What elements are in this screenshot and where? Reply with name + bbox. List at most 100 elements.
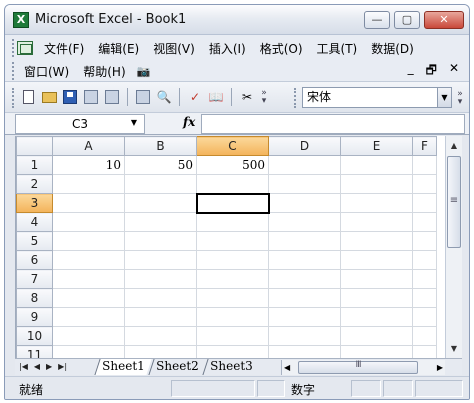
cut-button[interactable]: ✂: [238, 88, 256, 106]
font-name-select[interactable]: 宋体 ▼: [302, 87, 452, 108]
cell[interactable]: [340, 212, 413, 232]
cell[interactable]: [52, 231, 125, 251]
cell[interactable]: [340, 193, 413, 213]
cell[interactable]: [124, 307, 197, 327]
cell[interactable]: [52, 250, 125, 270]
cell[interactable]: [340, 269, 413, 289]
cell[interactable]: [412, 288, 437, 308]
row-header[interactable]: 1: [16, 155, 53, 175]
scroll-up-icon[interactable]: ▲: [447, 137, 461, 154]
cell[interactable]: [412, 345, 437, 358]
cell[interactable]: [196, 212, 269, 232]
cell-b1[interactable]: 50: [124, 155, 197, 175]
last-sheet-icon[interactable]: ▶|: [58, 359, 67, 375]
cell[interactable]: [124, 269, 197, 289]
excel-app-icon[interactable]: X: [13, 12, 29, 28]
row-header[interactable]: 2: [16, 174, 53, 194]
column-header-e[interactable]: E: [340, 136, 413, 156]
menu-tools[interactable]: 工具(T): [310, 40, 365, 57]
cell[interactable]: [52, 326, 125, 346]
row-header[interactable]: 7: [16, 269, 53, 289]
column-header-a[interactable]: A: [52, 136, 125, 156]
permission-button[interactable]: [82, 88, 100, 106]
cell[interactable]: [340, 174, 413, 194]
cell[interactable]: [196, 326, 269, 346]
first-sheet-icon[interactable]: |◀: [19, 359, 28, 375]
select-all-corner[interactable]: [16, 136, 53, 156]
menu-grip-2[interactable]: [12, 62, 15, 80]
cell[interactable]: [412, 212, 437, 232]
formatting-options-icon[interactable]: » ▾: [455, 90, 465, 107]
zoom-preview-button[interactable]: 🔍: [155, 88, 173, 106]
workbook-icon[interactable]: [17, 41, 33, 55]
cell[interactable]: [124, 193, 197, 213]
menu-window[interactable]: 窗口(W): [17, 63, 76, 80]
cell[interactable]: [412, 307, 437, 327]
camera-icon[interactable]: 📷: [137, 65, 151, 78]
menu-file[interactable]: 文件(F): [37, 40, 91, 57]
active-cell-c3[interactable]: [195, 192, 270, 214]
row-header[interactable]: 4: [16, 212, 53, 232]
workbook-minimize-icon[interactable]: _: [408, 61, 414, 82]
cell[interactable]: [196, 288, 269, 308]
cell[interactable]: [52, 288, 125, 308]
next-sheet-icon[interactable]: ▶: [46, 359, 52, 375]
cell[interactable]: [124, 250, 197, 270]
cell[interactable]: [124, 345, 197, 358]
cell[interactable]: [52, 212, 125, 232]
cell[interactable]: [412, 174, 437, 194]
menu-view[interactable]: 视图(V): [146, 40, 202, 57]
insert-function-icon[interactable]: fx: [183, 115, 195, 129]
cell[interactable]: [268, 345, 341, 358]
cell[interactable]: [124, 326, 197, 346]
spelling-button[interactable]: ✓: [186, 88, 204, 106]
cell[interactable]: [52, 174, 125, 194]
cell[interactable]: [268, 288, 341, 308]
cell[interactable]: [268, 231, 341, 251]
cell[interactable]: [196, 269, 269, 289]
column-header-f[interactable]: F: [412, 136, 437, 156]
row-header-active[interactable]: 3: [16, 193, 53, 213]
cell[interactable]: [196, 231, 269, 251]
cell[interactable]: [268, 212, 341, 232]
cell[interactable]: [340, 307, 413, 327]
chevron-down-icon[interactable]: ▼: [437, 88, 451, 107]
row-header[interactable]: 6: [16, 250, 53, 270]
cell[interactable]: [196, 345, 269, 358]
cell[interactable]: [196, 307, 269, 327]
cell[interactable]: [268, 174, 341, 194]
workbook-restore-icon[interactable]: 🗗: [426, 61, 437, 82]
cell-c1[interactable]: 500: [196, 155, 269, 175]
cell[interactable]: [52, 307, 125, 327]
scroll-down-icon[interactable]: ▼: [447, 340, 461, 357]
column-header-d[interactable]: D: [268, 136, 341, 156]
cell[interactable]: [268, 269, 341, 289]
toolbar-grip[interactable]: [12, 88, 15, 108]
vertical-scroll-thumb[interactable]: [447, 156, 461, 248]
row-header[interactable]: 5: [16, 231, 53, 251]
cell[interactable]: [340, 231, 413, 251]
cell[interactable]: [124, 288, 197, 308]
cell[interactable]: [268, 250, 341, 270]
print-button[interactable]: [103, 88, 121, 106]
cell[interactable]: [412, 269, 437, 289]
save-button[interactable]: [61, 88, 79, 106]
cell[interactable]: [124, 174, 197, 194]
row-header[interactable]: 11: [16, 345, 53, 358]
workbook-close-icon[interactable]: ✕: [449, 61, 459, 82]
prev-sheet-icon[interactable]: ◀: [34, 359, 40, 375]
scroll-left-icon[interactable]: ◀: [284, 360, 290, 375]
cell[interactable]: [196, 250, 269, 270]
cell[interactable]: [340, 345, 413, 358]
cell[interactable]: [52, 269, 125, 289]
scroll-right-icon[interactable]: ▶: [437, 360, 443, 375]
cell[interactable]: [340, 155, 413, 175]
menu-insert[interactable]: 插入(I): [202, 40, 253, 57]
tab-sheet3[interactable]: Sheet3: [202, 359, 260, 375]
cell-a1[interactable]: 10: [52, 155, 125, 175]
tab-sheet1[interactable]: Sheet1: [94, 359, 152, 375]
close-button[interactable]: ✕: [424, 11, 464, 29]
row-header[interactable]: 8: [16, 288, 53, 308]
formula-input[interactable]: [201, 114, 465, 134]
title-bar[interactable]: X Microsoft Excel - Book1 — ▢ ✕: [5, 5, 469, 35]
